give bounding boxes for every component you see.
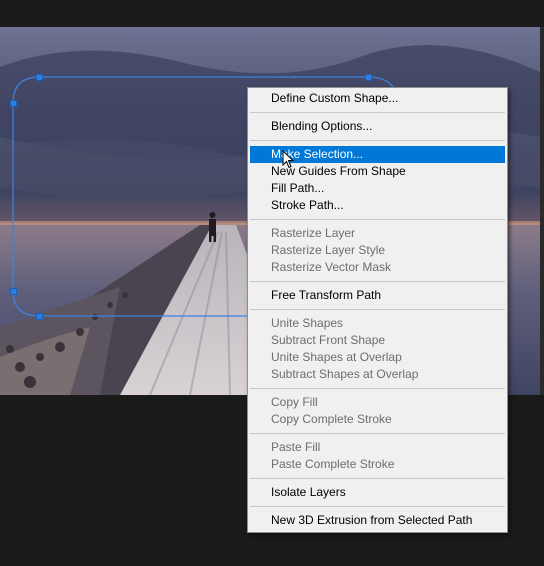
menu-item-subtract-front-shape: Subtract Front Shape — [271, 333, 386, 347]
menu-item-stroke-path[interactable]: Stroke Path... — [250, 197, 505, 214]
menu-item-isolate-layers[interactable]: Isolate Layers — [250, 484, 505, 501]
menu-item-blending-options[interactable]: Blending Options... — [250, 118, 505, 135]
path-anchor-point[interactable] — [10, 288, 17, 295]
menu-item-rasterize-vector-mask: Rasterize Vector Mask — [271, 260, 392, 274]
menu-item-rasterize-layer: Rasterize Layer — [271, 226, 356, 240]
menu-item-fill-path[interactable]: Fill Path... — [250, 180, 505, 197]
menu-item-new-3d-extrusion-from-selected-path[interactable]: New 3D Extrusion from Selected Path — [250, 512, 505, 529]
menu-item-paste-fill: Paste Fill — [271, 440, 321, 454]
menu-separator — [250, 433, 505, 434]
menu-separator — [250, 112, 505, 113]
menu-item-copy-complete-stroke: Copy Complete Stroke — [271, 412, 392, 426]
menu-item-new-guides-from-shape[interactable]: New Guides From Shape — [250, 163, 505, 180]
path-anchor-point[interactable] — [10, 100, 17, 107]
context-menu[interactable]: Define Custom Shape... Blending Options..… — [247, 87, 508, 533]
menu-item-make-selection[interactable]: Make Selection... — [250, 146, 505, 163]
menu-item-unite-shapes: Unite Shapes — [271, 316, 344, 330]
menu-item-free-transform-path[interactable]: Free Transform Path — [250, 287, 505, 304]
menu-item-paste-complete-stroke: Paste Complete Stroke — [271, 457, 395, 471]
menu-item-copy-fill: Copy Fill — [271, 395, 318, 409]
menu-separator — [250, 388, 505, 389]
menu-separator — [250, 219, 505, 220]
menu-separator — [250, 281, 505, 282]
menu-item-subtract-shapes-at-overlap: Subtract Shapes at Overlap — [271, 367, 419, 381]
menu-separator — [250, 478, 505, 479]
menu-item-rasterize-layer-style: Rasterize Layer Style — [271, 243, 386, 257]
menu-item-define-custom-shape[interactable]: Define Custom Shape... — [250, 90, 505, 107]
path-anchor-point[interactable] — [36, 74, 43, 81]
menu-separator — [250, 140, 505, 141]
menu-separator — [250, 506, 505, 507]
top-bar — [0, 0, 544, 27]
menu-separator — [250, 309, 505, 310]
canvas-edge — [540, 27, 544, 395]
path-anchor-point[interactable] — [36, 313, 43, 320]
menu-item-unite-shapes-at-overlap: Unite Shapes at Overlap — [271, 350, 402, 364]
path-anchor-point[interactable] — [365, 74, 372, 81]
